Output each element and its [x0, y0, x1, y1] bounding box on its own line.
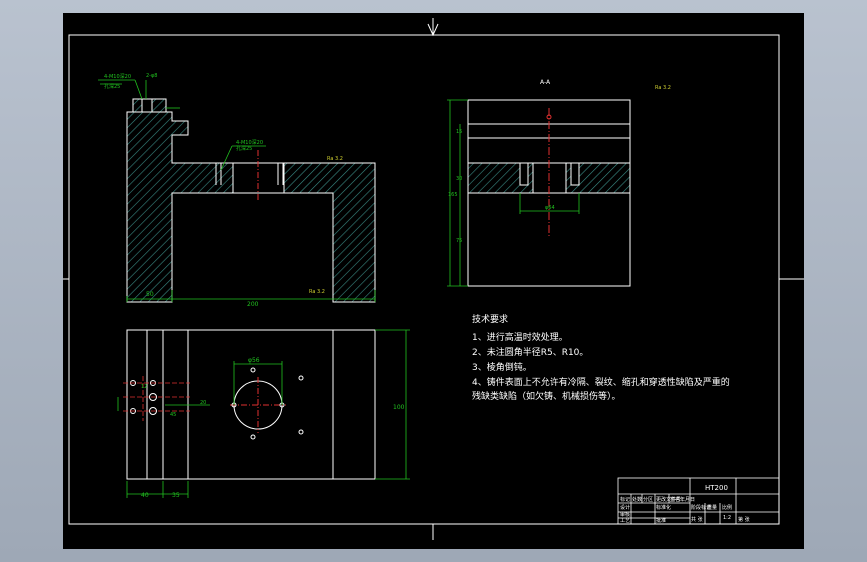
- roughness-general: Ra 3.2: [655, 85, 671, 91]
- tb-weight: 重量: [707, 504, 717, 511]
- requirements-heading: 技术要求: [472, 313, 508, 325]
- dim-front-width: 200: [247, 301, 259, 308]
- tb-sheet-total: 共 张: [691, 516, 703, 523]
- roughness-local: Ra 3.2: [327, 156, 343, 162]
- tb-review: 审核: [620, 511, 630, 518]
- tb-design: 设计: [620, 504, 630, 511]
- dim-plan-c: 45: [170, 412, 176, 418]
- tb-signature: 签名: [670, 496, 680, 503]
- requirement-item: 1、进行高温时效处理。: [472, 331, 568, 343]
- dim-side-a: 15: [456, 129, 462, 135]
- dim-side-hole: φ64: [545, 205, 555, 211]
- dim-plan-height: 100: [393, 404, 405, 411]
- front-note-2: 孔深25: [104, 83, 120, 90]
- front-note-1: 4-M10深20: [104, 73, 131, 80]
- dim-top-note: 2-φ8: [146, 73, 157, 79]
- paper: [63, 13, 804, 549]
- front-note-4: 孔深25: [236, 145, 252, 152]
- dim-front-left: 50: [146, 291, 154, 298]
- tb-sheet-no: 第 张: [738, 516, 750, 523]
- tb-count: 处数: [632, 496, 642, 503]
- front-note-3: 4-M10深20: [236, 139, 263, 146]
- requirement-item: 4、铸件表面上不允许有冷隔、裂纹、缩孔和穿透性缺陷及严重的: [472, 376, 730, 388]
- tb-standard: 标准化: [656, 504, 671, 511]
- drawing-sheet: 4-M10深20 孔深25 2-φ8 4-M10深20 孔深25 200 50 …: [63, 13, 804, 549]
- dim-plan-a: 20: [200, 400, 206, 406]
- tb-zone: 分区: [643, 496, 653, 503]
- requirement-item: 残缺类缺陷（如欠铸、机械损伤等）。: [472, 390, 621, 402]
- tb-scale-value: 1:2: [723, 515, 731, 521]
- tb-approve: 批准: [656, 517, 666, 524]
- dim-side-b: 30: [456, 176, 462, 182]
- requirement-item: 3、棱角倒钝。: [472, 361, 532, 373]
- roughness-bottom: Ra 3.2: [309, 289, 325, 295]
- dim-plan-left: 40: [141, 492, 149, 499]
- dim-plan-b: 12: [141, 384, 147, 390]
- tb-process: 工艺: [620, 518, 630, 524]
- tb-date: 年月日: [680, 496, 695, 503]
- dim-plan-mid: 35: [172, 492, 180, 499]
- dim-side-height: 165: [448, 192, 458, 198]
- tb-scale: 比例: [722, 504, 732, 511]
- section-label: A-A: [540, 79, 551, 86]
- tb-sign: 标记: [620, 496, 630, 503]
- dim-plan-hole: φ56: [248, 357, 260, 364]
- material-label: HT200: [705, 484, 728, 492]
- requirement-item: 2、未注圆角半径R5、R10。: [472, 346, 588, 358]
- dim-side-c: 75: [456, 238, 462, 244]
